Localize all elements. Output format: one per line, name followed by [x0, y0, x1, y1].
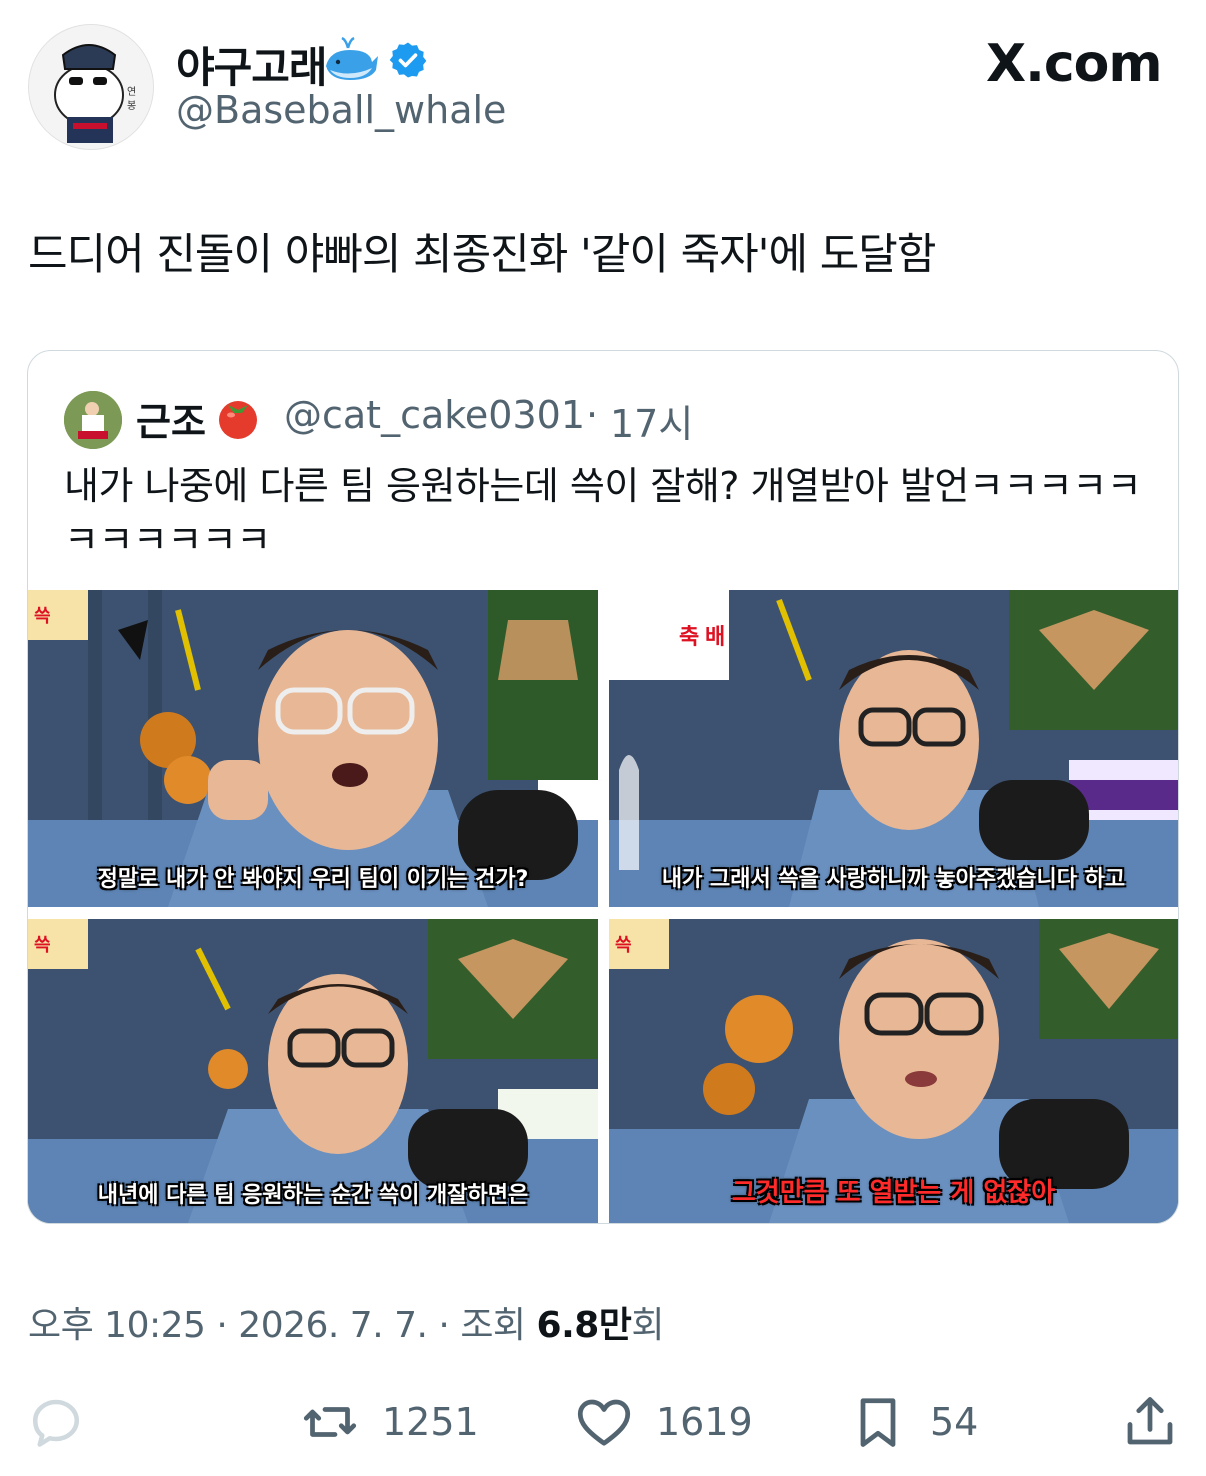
svg-text:쓱: 쓱 — [34, 935, 51, 956]
bookmark-button[interactable]: 54 — [848, 1390, 978, 1454]
svg-text:쓱: 쓱 — [615, 935, 632, 956]
quote-name[interactable]: 근조 — [136, 391, 206, 446]
tweet-date[interactable]: 2026. 7. 7. — [238, 1305, 428, 1346]
like-count: 1619 — [656, 1400, 753, 1444]
author-display-name[interactable]: 야구고래 — [176, 34, 328, 95]
reply-icon — [33, 1399, 79, 1447]
quote-image-1[interactable]: 쓱 정말로 내가 안 봐야지 우리 팀이 이기는 건가? — [28, 590, 598, 907]
subtitle-3: 내년에 다른 팀 응원하는 순간 쓱이 개잘하면은 — [97, 1183, 529, 1208]
whale-emoji-icon — [326, 36, 378, 80]
author-avatar[interactable]: 연 봉 — [28, 24, 154, 150]
verified-badge-icon — [389, 42, 427, 78]
subtitle-4: 그것만큼 또 열받는 게 없잖아 — [731, 1178, 1056, 1208]
quote-time[interactable]: 17시 — [610, 393, 693, 448]
reply-button[interactable] — [26, 1390, 86, 1454]
quote-handle[interactable]: @cat_cake0301 — [284, 393, 585, 437]
share-icon — [1127, 1397, 1173, 1445]
retweet-count: 1251 — [382, 1400, 479, 1444]
views-value: 6.8만 — [536, 1305, 632, 1346]
tweet-time[interactable]: 오후 10:25 — [28, 1305, 206, 1346]
meta-separator: · — [216, 1305, 228, 1346]
share-button[interactable] — [1120, 1390, 1180, 1454]
bookmark-icon — [860, 1398, 896, 1447]
tomato-emoji-icon — [219, 401, 257, 439]
retweet-button[interactable]: 1251 — [300, 1390, 479, 1454]
svg-text:배: 배 — [705, 625, 725, 650]
heart-icon — [577, 1399, 631, 1446]
svg-text:연: 연 — [127, 86, 136, 98]
quote-image-2[interactable]: 축 배 내가 그래서 쓱을 사랑하니까 놓아주겠습니다 하고 — [609, 590, 1178, 907]
quote-image-3[interactable]: 쓱 내년에 다른 팀 응원하는 순간 쓱이 개잘하면은 — [28, 919, 598, 1223]
svg-text:축: 축 — [679, 625, 699, 650]
author-handle[interactable]: @Baseball_whale — [176, 88, 506, 132]
quote-image-grid: 쓱 정말로 내가 안 봐야지 우리 팀이 이기는 건가? 축 배 내가 그래서 … — [28, 590, 1178, 1223]
quote-avatar[interactable] — [64, 391, 122, 449]
subtitle-1: 정말로 내가 안 봐야지 우리 팀이 이기는 건가? — [97, 867, 529, 892]
quote-image-4[interactable]: 쓱 그것만큼 또 열받는 게 없잖아 — [609, 919, 1178, 1223]
action-bar: 1251 1619 54 — [0, 1390, 1206, 1454]
quote-separator: · — [586, 393, 599, 437]
quoted-tweet[interactable]: 근조 @cat_cake0301 · 17시 내가 나중에 다른 팀 응원하는데… — [27, 350, 1179, 1224]
views-label: 조회 — [460, 1305, 526, 1346]
tweet-meta: 오후 10:25 · 2026. 7. 7. · 조회 6.8만회 — [28, 1296, 665, 1348]
tweet-text: 드디어 진돌이 야빠의 최종진화 '같이 죽자'에 도달함 — [28, 230, 936, 280]
bookmark-count: 54 — [930, 1400, 979, 1444]
quote-text: 내가 나중에 다른 팀 응원하는데 쓱이 잘해? 개열받아 발언ㅋㅋㅋㅋㅋㅋㅋㅋ… — [64, 464, 1142, 562]
svg-text:쓱: 쓱 — [34, 606, 51, 627]
subtitle-2: 내가 그래서 쓱을 사랑하니까 놓아주겠습니다 하고 — [661, 867, 1126, 892]
retweet-icon — [303, 1407, 357, 1437]
meta-separator: · — [438, 1305, 450, 1346]
like-button[interactable]: 1619 — [574, 1390, 753, 1454]
x-com-logo: X.com — [986, 34, 1163, 94]
views-suffix: 회 — [631, 1305, 665, 1346]
svg-text:봉: 봉 — [127, 100, 136, 112]
